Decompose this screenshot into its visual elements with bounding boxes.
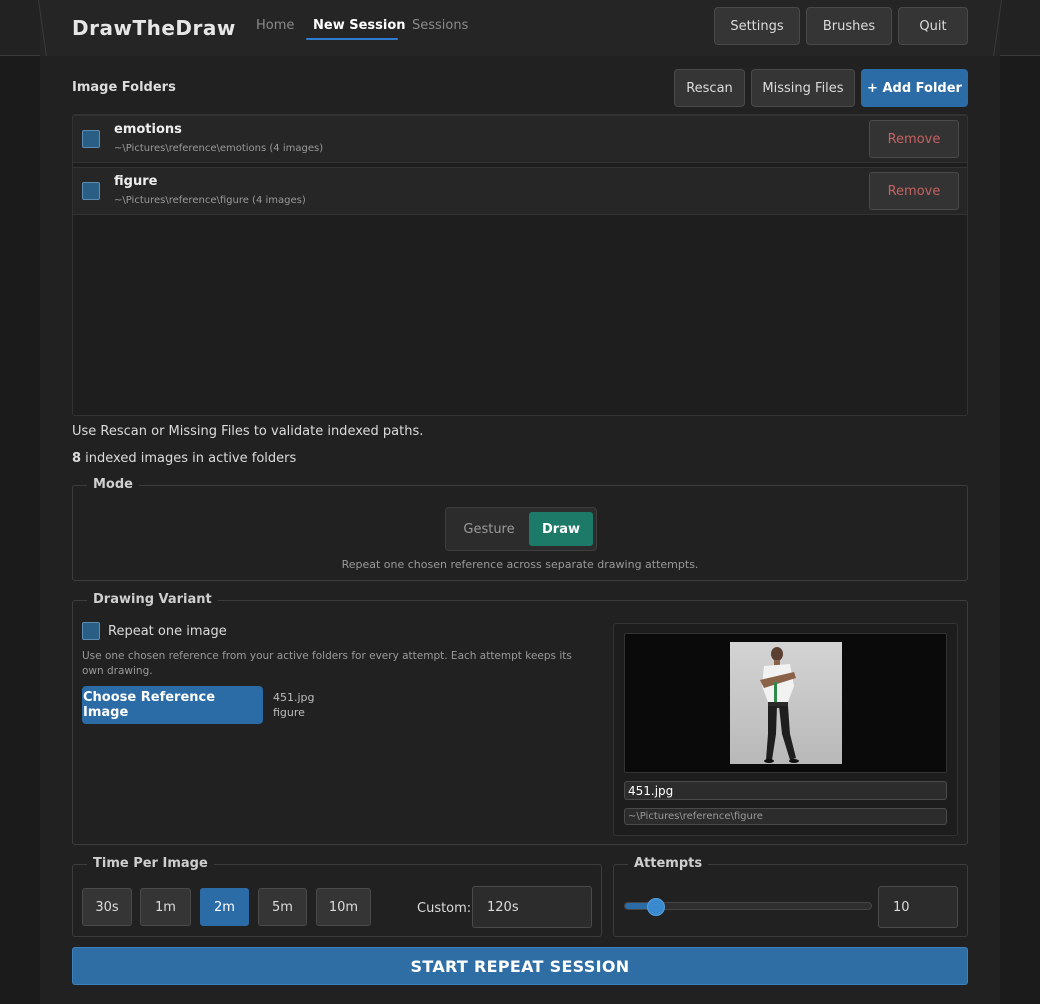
time-option-10m[interactable]: 10m [316, 888, 371, 926]
time-per-image-group: Time Per Image 30s 1m 2m 5m 10m Custom: … [72, 856, 602, 937]
mode-description: Repeat one chosen reference across separ… [341, 558, 699, 571]
start-repeat-session-button[interactable]: START REPEAT SESSION [72, 947, 968, 985]
repeat-one-image-checkbox[interactable] [82, 622, 100, 640]
top-bar: DrawTheDraw Home New Session Sessions Se… [0, 0, 1040, 56]
nav-new-session[interactable]: New Session [313, 18, 406, 33]
attempts-slider-thumb[interactable] [646, 898, 665, 916]
folder-row-figure: figure ~\Pictures\reference\figure (4 im… [73, 167, 967, 215]
folder-row-emotions: emotions ~\Pictures\reference\emotions (… [73, 115, 967, 163]
choose-reference-image-button[interactable]: Choose Reference Image [82, 686, 263, 724]
time-option-30s[interactable]: 30s [82, 888, 132, 926]
preview-filename-field: 451.jpg [624, 781, 947, 800]
time-option-2m[interactable]: 2m [200, 888, 249, 926]
preview-path-field: ~\Pictures\reference\figure [624, 808, 947, 825]
selected-file-name: 451.jpg [273, 691, 315, 704]
indexed-count-line: 8 indexed images in active folders [72, 451, 296, 466]
time-per-image-title: Time Per Image [87, 856, 214, 871]
mode-gesture-option[interactable]: Gesture [450, 512, 528, 546]
brushes-button[interactable]: Brushes [806, 7, 892, 45]
indexed-count: 8 [72, 451, 82, 466]
mode-group: Mode Gesture Draw Repeat one chosen refe… [72, 477, 968, 581]
drawing-variant-group: Drawing Variant Repeat one image Use one… [72, 592, 968, 845]
selected-folder-name: figure [273, 706, 305, 719]
folder-name: emotions [114, 122, 182, 137]
nav-home[interactable]: Home [256, 18, 294, 33]
drawing-variant-title: Drawing Variant [87, 592, 218, 607]
missing-files-button[interactable]: Missing Files [751, 69, 855, 107]
attempts-input[interactable]: 10 [878, 886, 958, 928]
folder-path: ~\Pictures\reference\figure (4 images) [114, 195, 306, 206]
image-folders-title: Image Folders [72, 80, 176, 95]
reference-preview-frame [624, 633, 947, 773]
nav-sessions[interactable]: Sessions [412, 18, 468, 33]
folder-checkbox-emotions[interactable] [82, 130, 100, 148]
app-title: DrawTheDraw [72, 16, 236, 40]
add-folder-button[interactable]: + Add Folder [861, 69, 968, 107]
remove-folder-button[interactable]: Remove [869, 172, 959, 210]
folder-list: emotions ~\Pictures\reference\emotions (… [72, 114, 968, 416]
folder-checkbox-figure[interactable] [82, 182, 100, 200]
custom-time-input[interactable]: 120s [472, 886, 592, 928]
quit-button[interactable]: Quit [898, 7, 968, 45]
reference-preview-image [730, 642, 842, 764]
variant-description: Use one chosen reference from your activ… [82, 650, 572, 677]
time-option-5m[interactable]: 5m [258, 888, 307, 926]
app-window: DrawTheDraw Home New Session Sessions Se… [0, 0, 1040, 1004]
attempts-group: Attempts 10 [613, 856, 968, 937]
mode-title: Mode [87, 477, 139, 492]
indexed-label: indexed images in active folders [81, 451, 297, 466]
custom-time-label: Custom: [417, 901, 472, 916]
settings-button[interactable]: Settings [714, 7, 800, 45]
remove-folder-button[interactable]: Remove [869, 120, 959, 158]
mode-draw-option[interactable]: Draw [529, 512, 593, 546]
time-option-1m[interactable]: 1m [140, 888, 191, 926]
reference-preview-panel: 451.jpg ~\Pictures\reference\figure [613, 623, 958, 836]
attempts-title: Attempts [628, 856, 709, 871]
mode-toggle: Gesture Draw [445, 507, 597, 551]
folder-name: figure [114, 174, 158, 189]
rescan-button[interactable]: Rescan [674, 69, 745, 107]
nav-active-indicator [306, 38, 398, 40]
figure-photo-icon [760, 647, 799, 763]
folder-path: ~\Pictures\reference\emotions (4 images) [114, 143, 324, 154]
repeat-one-image-label[interactable]: Repeat one image [108, 624, 227, 639]
folders-hint: Use Rescan or Missing Files to validate … [72, 424, 424, 439]
